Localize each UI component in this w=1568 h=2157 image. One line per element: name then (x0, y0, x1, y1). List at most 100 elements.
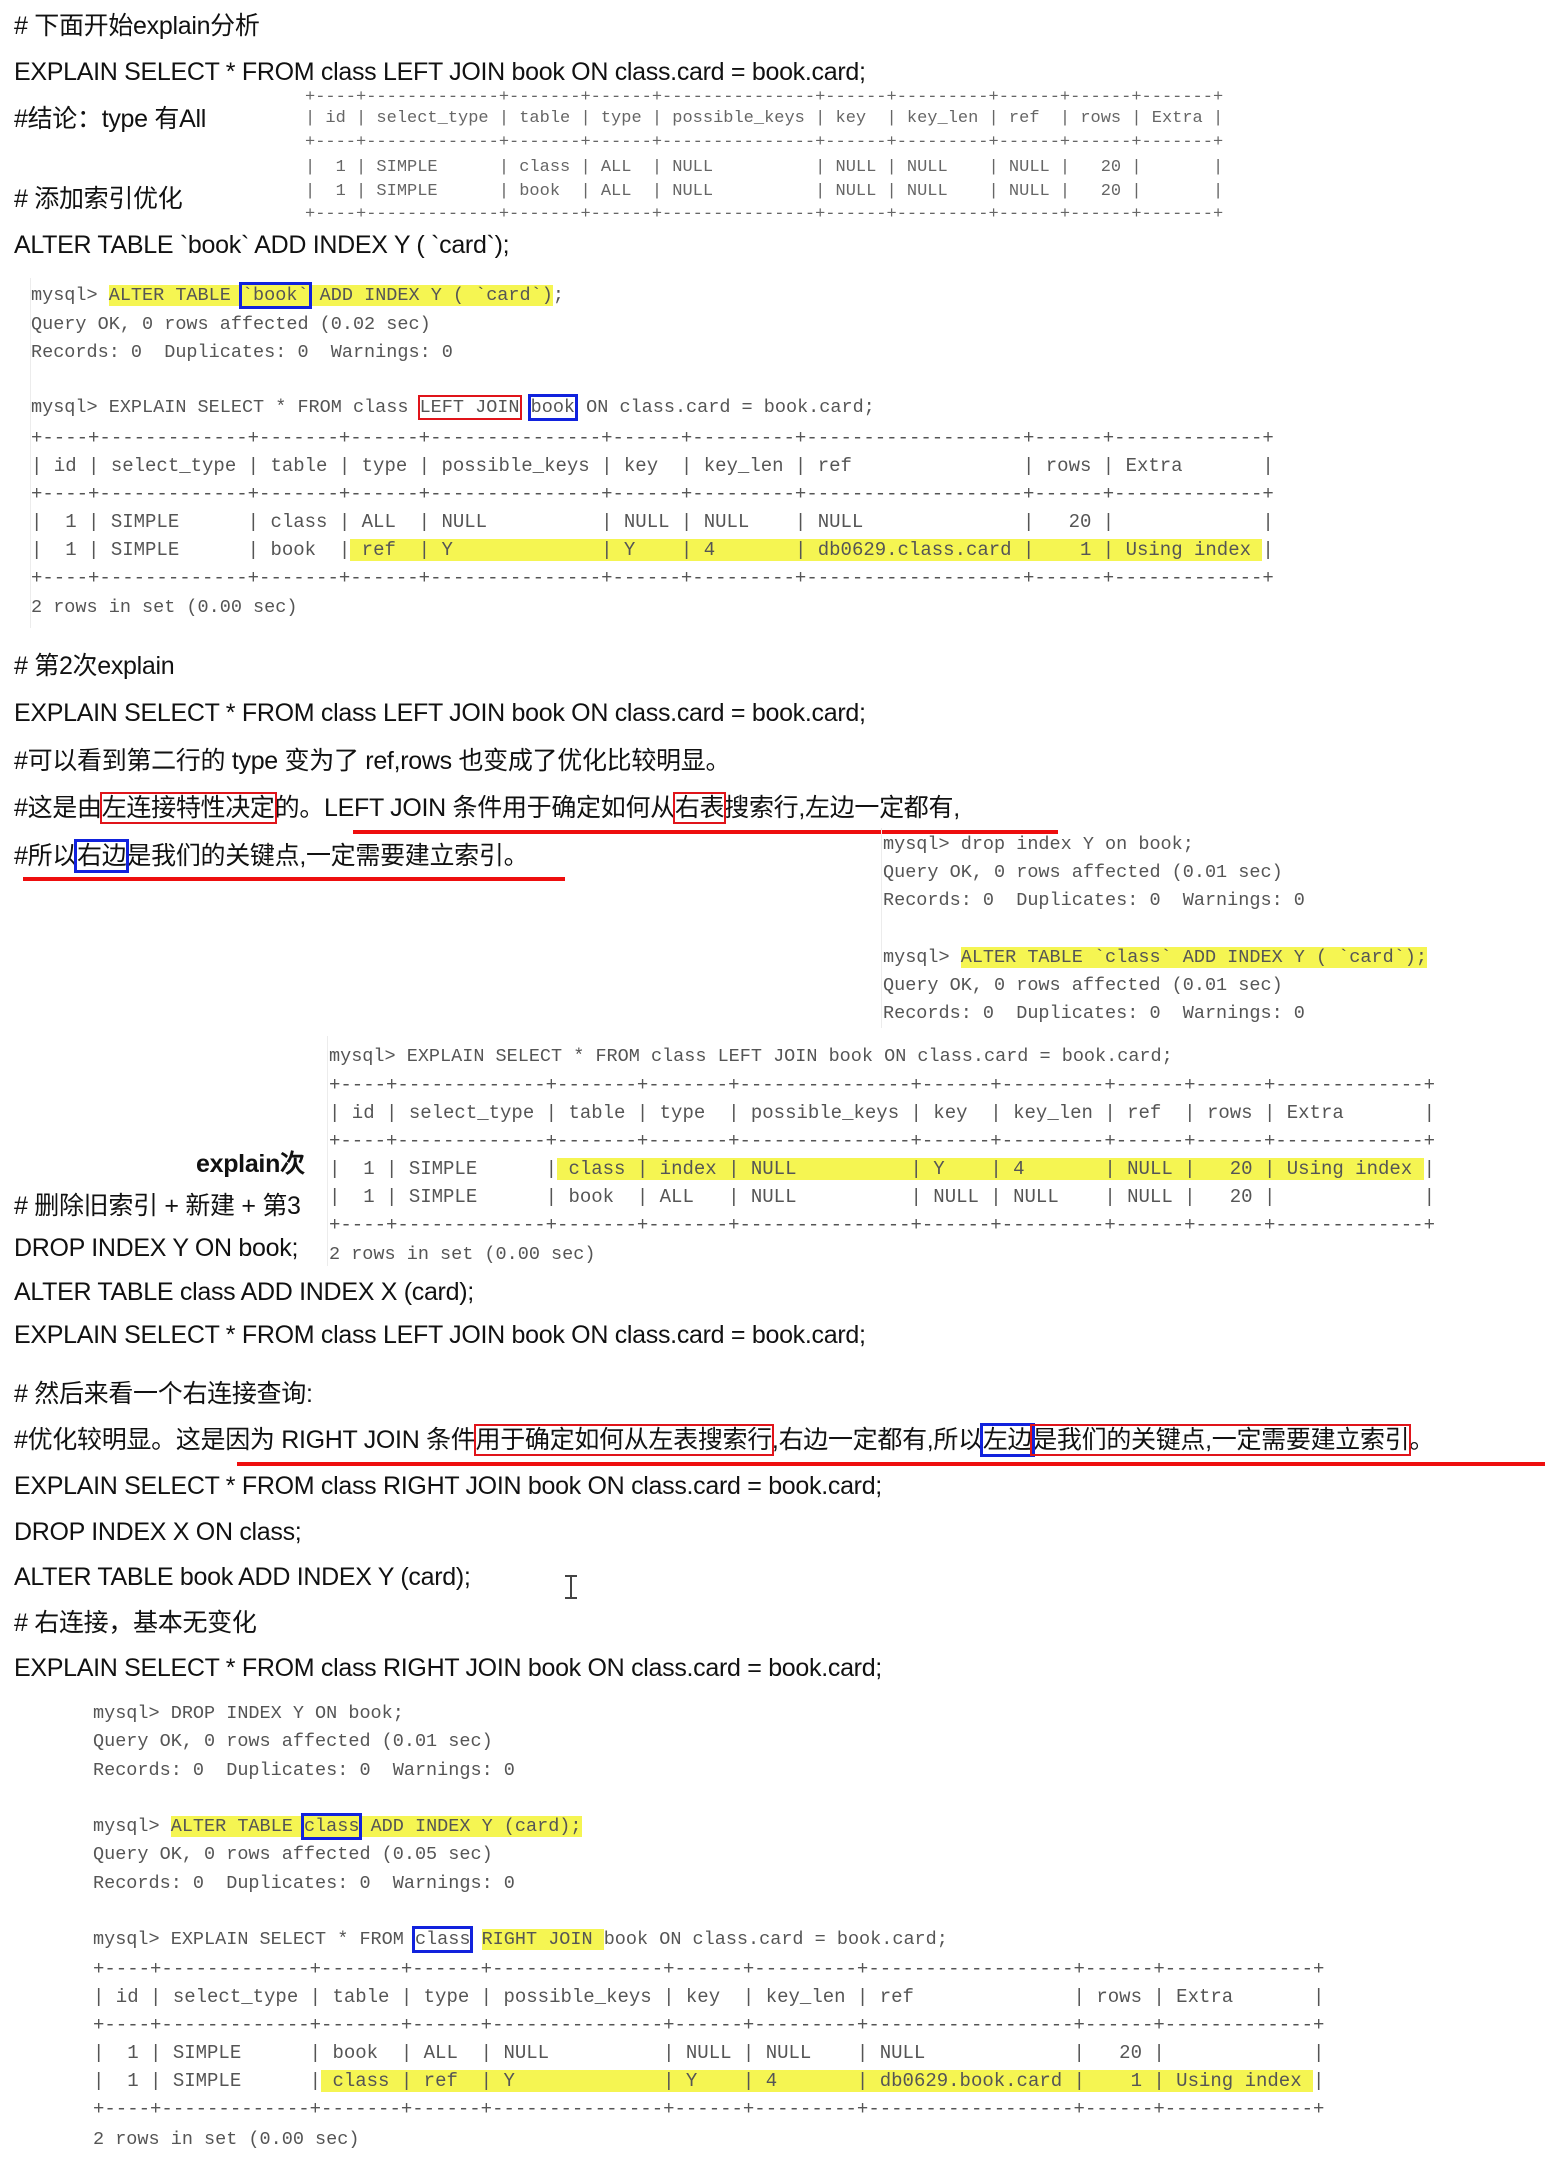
table-border: +----+-------------+-------+------+-----… (305, 205, 1224, 224)
explain-suffix: book ON class.card = book.card; (603, 1929, 948, 1950)
heading-second-explain: # 第2次explain (14, 652, 175, 680)
blue-box-class: class (300, 1813, 363, 1840)
note-prefix: #优化较明显。这是因为 RIGHT JOIN 条件 (14, 1426, 476, 1454)
console-explain-right-join: mysql> EXPLAIN SELECT * FROM class RIGHT… (93, 1926, 948, 1953)
sql-drop-index-x: DROP INDEX X ON class; (14, 1518, 302, 1546)
table-border: +----+-------------+-------+------+-----… (31, 567, 1274, 589)
note-left-join-reason: #这是由左连接特性决定的。LEFT JOIN 条件用于确定如何从右表搜索行,左边… (14, 792, 960, 824)
console-query-ok: Query OK, 0 rows affected (0.02 sec) (31, 314, 431, 335)
console-summary: 2 rows in set (0.00 sec) (329, 1244, 596, 1265)
mysql-prompt: mysql> (883, 947, 961, 968)
console-records: Records: 0 Duplicates: 0 Warnings: 0 (883, 1003, 1305, 1024)
highlight-alter: ALTER TABLE class ADD INDEX Y (card); (170, 1813, 582, 1840)
note-mid: ,右边一定都有,所以 (771, 1426, 983, 1454)
console-query-ok: Query OK, 0 rows affected (0.05 sec) (93, 1844, 493, 1865)
semicolon: ; (552, 285, 564, 306)
overlay-explain-ci: explain次 (196, 1150, 305, 1178)
heading-drop-new-third: # 删除旧索引 + 新建 + 第3 (14, 1192, 301, 1220)
red-box-right-table: 右表 (672, 792, 727, 824)
table-border: +----+-------------+-------+-------+----… (329, 1214, 1435, 1236)
sql-explain-right-join-2: EXPLAIN SELECT * FROM class RIGHT JOIN b… (14, 1654, 882, 1682)
console-edge (327, 1036, 328, 1266)
alter-keyword: ALTER TABLE (170, 1816, 304, 1837)
sql-explain-left-join-3: EXPLAIN SELECT * FROM class LEFT JOIN bo… (14, 1321, 866, 1349)
sql-explain-left-join: EXPLAIN SELECT * FROM class LEFT JOIN bo… (14, 58, 866, 86)
table-border: +----+-------------+-------+------+-----… (31, 427, 1274, 449)
table-border: +----+-------------+-------+------+-----… (31, 483, 1274, 505)
console-records: Records: 0 Duplicates: 0 Warnings: 0 (883, 890, 1305, 911)
table-row: | 1 | SIMPLE | book | ALL | NULL | NULL … (329, 1186, 1435, 1208)
red-box-left-table-search: 用于确定如何从左表搜索行 (473, 1424, 774, 1456)
table-header-row: | id | select_type | table | type | poss… (31, 455, 1274, 477)
explain-prefix: EXPLAIN SELECT * FROM class (108, 397, 420, 418)
console-drop-index: mysql> DROP INDEX Y ON book; (93, 1703, 404, 1724)
table-row-highlighted: | 1 | SIMPLE | class | index | NULL | Y … (329, 1157, 1435, 1181)
note-suffix: 是我们的关键点,一定需要建立索引。 (126, 842, 529, 870)
heading-right-join: # 然后来看一个右连接查询: (14, 1380, 313, 1408)
table-row: | 1 | SIMPLE | class | ALL | NULL | NULL… (305, 158, 1224, 177)
blue-box-book: book (527, 394, 579, 421)
note-type-ref: #可以看到第二行的 type 变为了 ref,rows 也变成了优化比较明显。 (14, 747, 731, 775)
text-cursor-icon (564, 1575, 578, 1599)
console-drop-index: mysql> drop index Y on book; (883, 834, 1194, 855)
mysql-prompt: mysql> (31, 285, 109, 306)
row-end: | (1313, 2070, 1325, 2092)
row-end: | (1262, 539, 1274, 561)
mysql-prompt: mysql> (31, 397, 109, 418)
highlight-index-row: class | index | NULL | Y | 4 | NULL | 20… (557, 1158, 1424, 1180)
sql-explain-left-join-2: EXPLAIN SELECT * FROM class LEFT JOIN bo… (14, 699, 866, 727)
console-query-ok: Query OK, 0 rows affected (0.01 sec) (883, 862, 1283, 883)
sql-drop-index-y: DROP INDEX Y ON book; (14, 1234, 299, 1262)
console-summary: 2 rows in set (0.00 sec) (93, 2129, 360, 2150)
table-row: | 1 | SIMPLE | book | ALL | NULL | NULL … (305, 182, 1224, 201)
note-right-side-key: #所以右边是我们的关键点,一定需要建立索引。 (14, 839, 529, 873)
red-box-left-join: LEFT JOIN (417, 395, 522, 420)
table-header-row: | id | select_type | table | type | poss… (329, 1102, 1435, 1124)
console-records: Records: 0 Duplicates: 0 Warnings: 0 (93, 1873, 515, 1894)
highlight-alter-class: ALTER TABLE `class` ADD INDEX Y ( `card`… (960, 947, 1427, 968)
console-alter-class: mysql> ALTER TABLE class ADD INDEX Y (ca… (93, 1813, 582, 1840)
console-alter-line: mysql> ALTER TABLE `book` ADD INDEX Y ( … (31, 282, 564, 309)
console-query-ok: Query OK, 0 rows affected (0.01 sec) (93, 1731, 493, 1752)
highlight-alter: ALTER TABLE `book` ADD INDEX Y ( `card`) (108, 282, 553, 309)
note-prefix: #这是由 (14, 794, 102, 822)
red-box-key-point: 是我们的关键点,一定需要建立索引 (1030, 1424, 1412, 1456)
console-summary: 2 rows in set (0.00 sec) (31, 597, 298, 618)
console-query-ok: Query OK, 0 rows affected (0.01 sec) (883, 975, 1283, 996)
note-prefix: #所以 (14, 842, 78, 870)
highlight-ref-row: class | ref | Y | Y | 4 | db0629.book.ca… (321, 2070, 1314, 2092)
table-border: +----+-------------+-------+-------+----… (329, 1130, 1435, 1152)
red-underline (237, 1462, 1545, 1466)
heading-explain-analysis: # 下面开始explain分析 (14, 12, 260, 40)
sql-alter-class-x: ALTER TABLE class ADD INDEX X (card); (14, 1278, 474, 1306)
note-left-join-condition: LEFT JOIN 条件用于确定如何从 (324, 794, 675, 822)
alter-keyword: ALTER TABLE (108, 285, 242, 306)
sql-alter-book: ALTER TABLE `book` ADD INDEX Y ( `card`)… (14, 231, 510, 259)
row-cells: | 1 | SIMPLE | (329, 1158, 558, 1180)
heading-right-join-no-change: # 右连接，基本无变化 (14, 1609, 257, 1637)
row-cells: | 1 | SIMPLE | (93, 2070, 322, 2092)
conclusion-text: #结论：type 有All (14, 105, 206, 133)
console-records: Records: 0 Duplicates: 0 Warnings: 0 (31, 342, 453, 363)
table-row-highlighted: | 1 | SIMPLE | class | ref | Y | Y | 4 |… (93, 2069, 1324, 2093)
blue-box-right-side: 右边 (73, 839, 130, 873)
explain-prefix: mysql> EXPLAIN SELECT * FROM (93, 1929, 415, 1950)
note-suffix: 搜索行,左边一定都有, (724, 794, 960, 822)
table-border: +----+-------------+-------+------+-----… (93, 1958, 1325, 1980)
table-border: +----+-------------+-------+------+-----… (305, 133, 1224, 152)
alter-rest: ADD INDEX Y (card); (359, 1816, 582, 1837)
note-right-join-reason: #优化较明显。这是因为 RIGHT JOIN 条件用于确定如何从左表搜索行,右边… (14, 1423, 1434, 1457)
alter-rest: ADD INDEX Y ( `card`) (308, 285, 553, 306)
red-underline (23, 877, 565, 881)
row-cells: | 1 | SIMPLE | book | (31, 539, 351, 561)
table-row-highlighted: | 1 | SIMPLE | book | ref | Y | Y | 4 | … (31, 538, 1274, 562)
table-header-row: | id | select_type | table | type | poss… (305, 109, 1224, 128)
sql-explain-right-join: EXPLAIN SELECT * FROM class RIGHT JOIN b… (14, 1472, 882, 1500)
red-box-left-join-feature: 左连接特性决定 (99, 792, 277, 824)
console-edge (881, 828, 882, 1028)
highlight-right-join: RIGHT JOIN (481, 1929, 604, 1950)
blue-box-class: class (411, 1926, 474, 1953)
row-end: | (1423, 1158, 1435, 1180)
blue-box-book: `book` (238, 282, 312, 309)
